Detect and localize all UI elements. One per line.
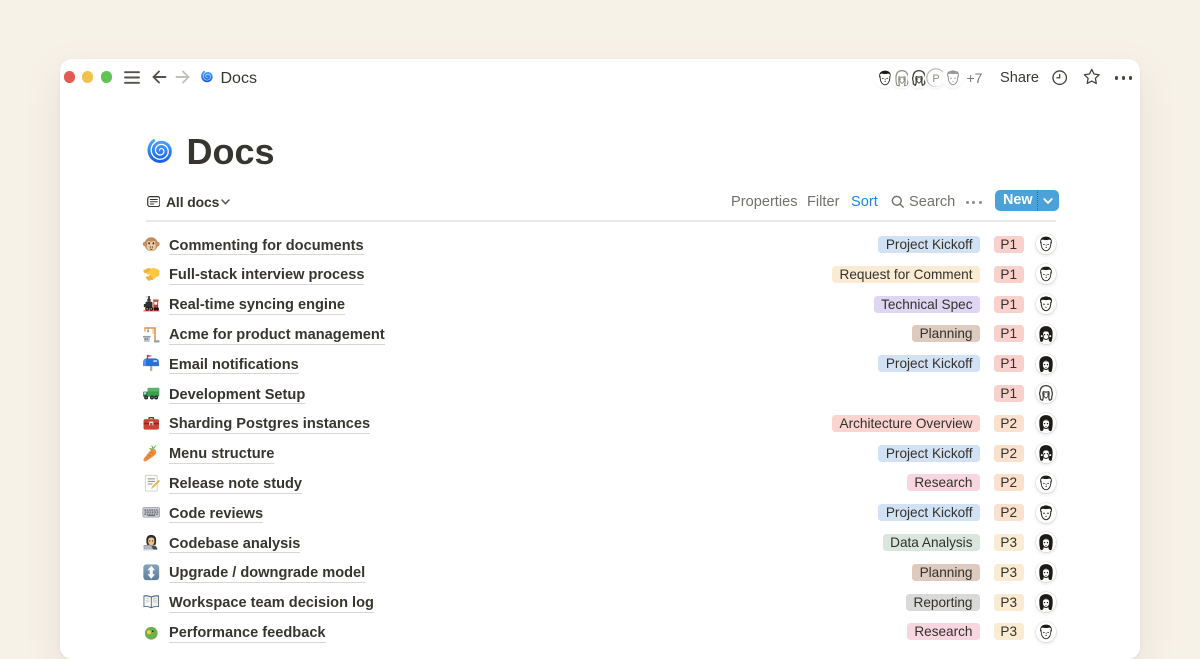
- svg-text:P: P: [933, 73, 940, 85]
